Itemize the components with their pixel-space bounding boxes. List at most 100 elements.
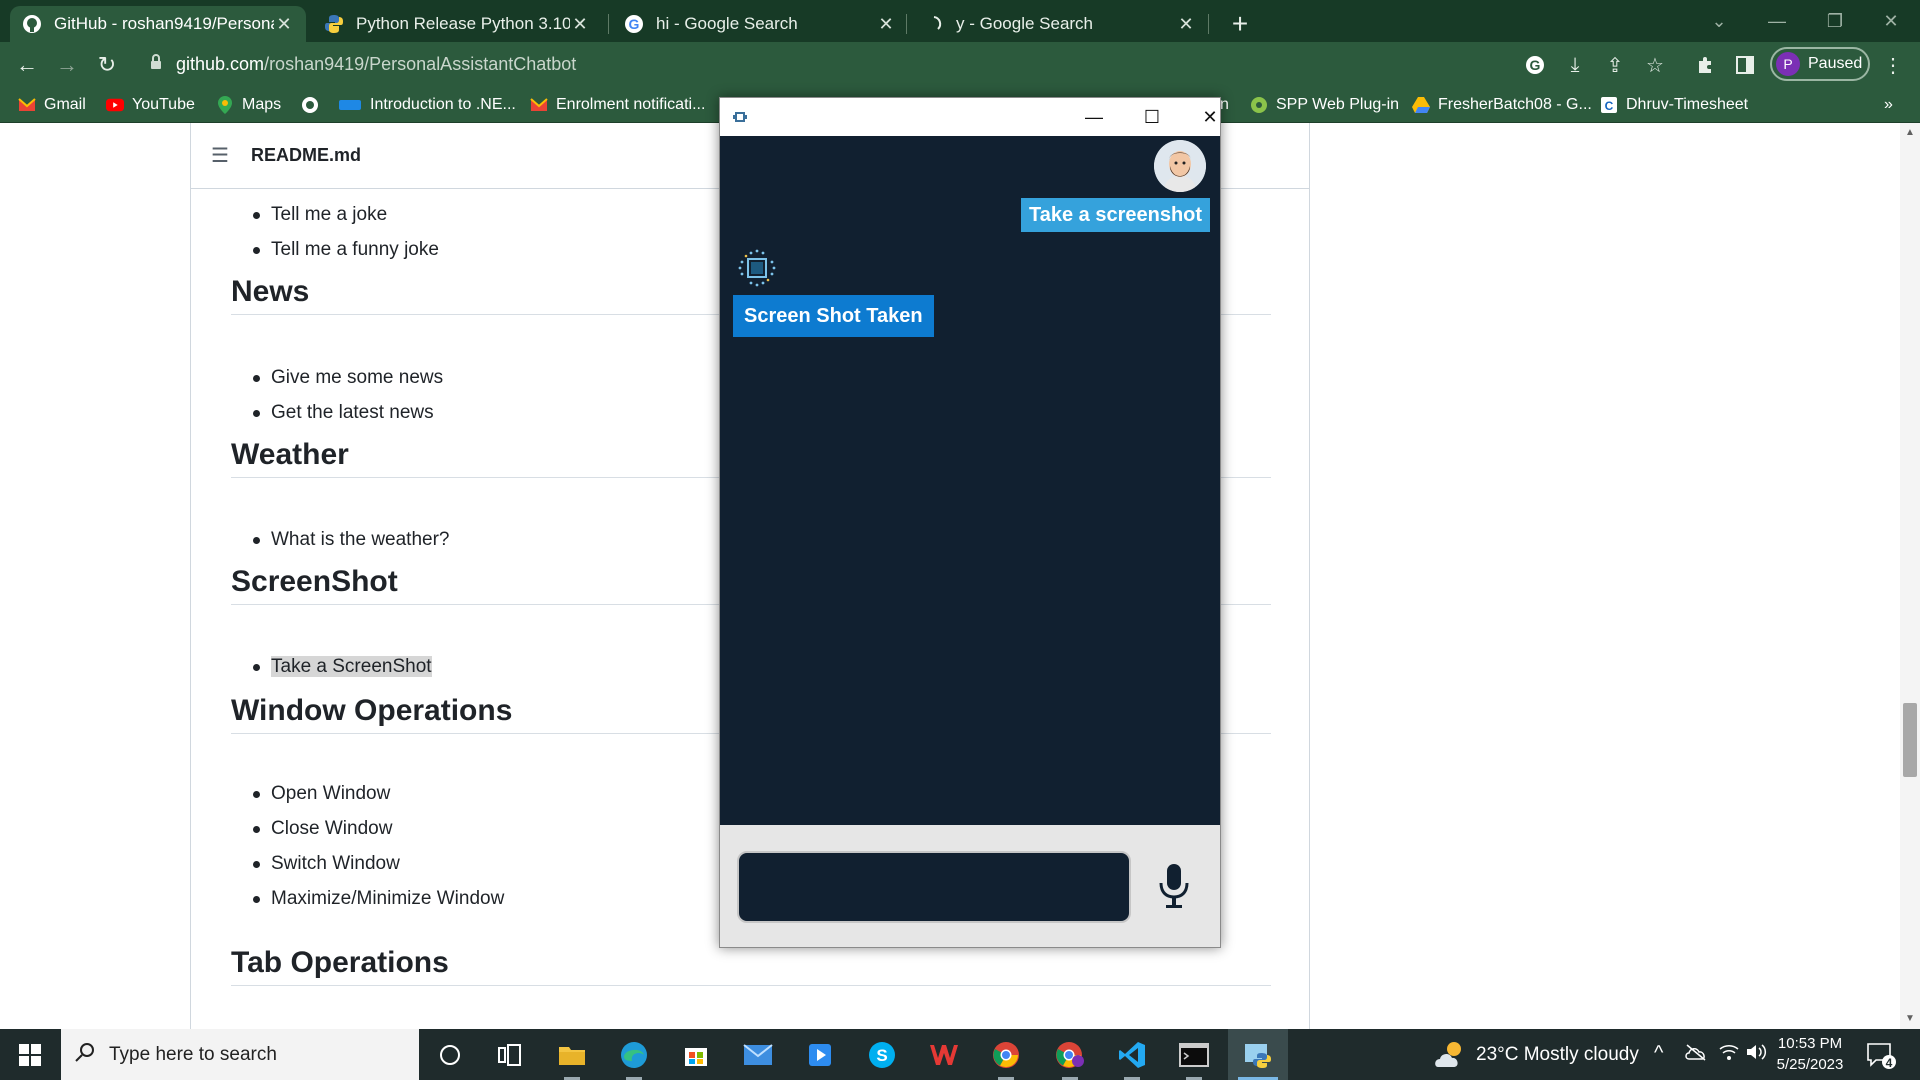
windows-start-icon[interactable] [0, 1029, 60, 1080]
plugin-icon [1250, 96, 1268, 114]
user-message-bubble: Take a screenshot [1021, 198, 1211, 232]
bookmark-star-icon[interactable]: ☆ [1640, 50, 1670, 80]
list-item: Maximize/Minimize Window [231, 881, 504, 916]
url-path: /roshan9419/PersonalAssistantChatbot [264, 54, 577, 74]
profile-status: Paused [1808, 55, 1863, 72]
share-icon[interactable]: ⇪ [1600, 50, 1630, 80]
system-clock[interactable]: 10:53 PM 5/25/2023 [1760, 1033, 1860, 1075]
close-tab-icon[interactable]: ✕ [1176, 14, 1196, 35]
tab-google-y[interactable]: y - Google Search ✕ [912, 6, 1208, 42]
cortana-icon[interactable] [420, 1029, 480, 1080]
wifi-icon[interactable] [1718, 1043, 1740, 1067]
message-input[interactable] [737, 851, 1131, 923]
assistant-window: — ☐ ✕ Take a screenshot Screen Shot Take… [719, 97, 1221, 948]
gmail-icon [530, 96, 548, 114]
drive-icon [1412, 96, 1430, 114]
profile-button[interactable]: P Paused [1770, 47, 1870, 81]
bookmark-youtube[interactable]: YouTube [106, 93, 195, 117]
bookmark-dotnet[interactable]: Introduction to .NE... [338, 93, 516, 117]
globe-icon [301, 96, 319, 114]
minimize-icon[interactable]: — [1072, 102, 1116, 132]
microphone-icon[interactable] [1154, 861, 1194, 911]
chrome-icon[interactable] [976, 1029, 1036, 1080]
tab-separator [608, 14, 609, 34]
address-bar[interactable]: github.com/roshan9419/PersonalAssistantC… [140, 46, 1530, 83]
google-icon: G [624, 14, 644, 34]
bookmark-globe[interactable] [301, 93, 327, 117]
file-explorer-icon[interactable] [542, 1029, 602, 1080]
mail-icon[interactable] [728, 1029, 788, 1080]
python-icon [324, 14, 344, 34]
close-icon[interactable]: ✕ [1188, 102, 1232, 132]
search-icon [75, 1042, 95, 1068]
profile-avatar: P [1776, 52, 1800, 76]
scroll-up-icon[interactable]: ▲ [1904, 127, 1916, 138]
extensions-icon[interactable] [1690, 50, 1720, 80]
skype-icon[interactable]: S [852, 1029, 912, 1080]
tab-github[interactable]: GitHub - roshan9419/PersonalAs ✕ [10, 6, 306, 42]
list-item: Take a ScreenShot [231, 649, 432, 684]
terminal-icon[interactable] [1164, 1029, 1224, 1080]
tab-title: GitHub - roshan9419/PersonalAs [54, 14, 274, 33]
microsoft-store-icon[interactable] [666, 1029, 726, 1080]
chrome-profile-icon[interactable] [1040, 1029, 1100, 1080]
tab-search-icon[interactable]: ⌄ [1690, 0, 1748, 42]
page-scrollbar[interactable]: ▲ ▼ [1900, 123, 1920, 1029]
bookmarks-overflow-icon[interactable]: » [1884, 93, 1893, 117]
scroll-down-icon[interactable]: ▼ [1904, 1013, 1916, 1024]
weather-icon[interactable] [1432, 1039, 1468, 1077]
svg-text:G: G [629, 16, 640, 32]
bookmark-spp[interactable]: SPP Web Plug-in [1250, 93, 1399, 117]
side-panel-icon[interactable] [1730, 50, 1760, 80]
bot-message-bubble: Screen Shot Taken [733, 295, 934, 337]
list-item: Switch Window [231, 846, 504, 881]
python-app-icon[interactable] [1228, 1029, 1288, 1080]
list-window-operations: Open Window Close Window Switch Window M… [231, 776, 504, 916]
notification-count-badge: 4 [1885, 1056, 1893, 1070]
taskbar-search[interactable]: Type here to search [61, 1029, 419, 1080]
install-app-icon[interactable]: ⤓ [1560, 50, 1590, 80]
close-tab-icon[interactable]: ✕ [570, 14, 590, 35]
bookmark-gmail[interactable]: Gmail [18, 93, 86, 117]
maximize-icon[interactable]: ☐ [1130, 102, 1174, 132]
outline-list-icon[interactable]: ☰ [211, 143, 231, 168]
vscode-icon[interactable] [1102, 1029, 1162, 1080]
new-tab-button[interactable]: + [1222, 6, 1258, 42]
tab-title: y - Google Search [956, 14, 1094, 33]
bookmark-maps[interactable]: Maps [216, 93, 281, 117]
media-player-icon[interactable] [790, 1029, 850, 1080]
weather-text[interactable]: 23°C Mostly cloudy [1476, 1044, 1639, 1066]
bookmark-timesheet[interactable]: C Dhruv-Timesheet [1600, 93, 1748, 117]
timesheet-icon: C [1600, 96, 1618, 114]
tab-google-hi[interactable]: G hi - Google Search ✕ [612, 6, 908, 42]
wps-office-icon[interactable] [914, 1029, 974, 1080]
close-tab-icon[interactable]: ✕ [274, 14, 294, 35]
restore-icon[interactable]: ❐ [1806, 0, 1864, 42]
show-hidden-icons-icon[interactable]: ^ [1654, 1042, 1663, 1065]
bookmark-enrolment[interactable]: Enrolment notificati... [530, 93, 705, 117]
clock-time: 10:53 PM [1777, 1035, 1843, 1052]
svg-text:S: S [876, 1046, 887, 1065]
browser-toolbar: ← → ↻ github.com/roshan9419/PersonalAssi… [0, 42, 1920, 87]
back-icon[interactable]: ← [10, 48, 44, 82]
bookmark-fresherbatch[interactable]: FresherBatch08 - G... [1412, 93, 1592, 117]
search-placeholder: Type here to search [109, 1043, 277, 1065]
close-tab-icon[interactable]: ✕ [876, 14, 896, 35]
loading-icon [924, 14, 944, 34]
scrollbar-thumb[interactable] [1903, 703, 1917, 777]
forward-icon[interactable]: → [50, 48, 84, 82]
list-item: Tell me a joke [231, 197, 439, 232]
reload-icon[interactable]: ↻ [90, 48, 124, 82]
list-item: Close Window [231, 811, 504, 846]
tab-python[interactable]: Python Release Python 3.10.11 | ✕ [312, 6, 602, 42]
minimize-icon[interactable]: — [1748, 0, 1806, 42]
close-icon[interactable]: ✕ [1862, 0, 1920, 42]
windows-taskbar: Type here to search S 23°C Mostly cloudy… [0, 1029, 1920, 1080]
edge-icon[interactable] [604, 1029, 664, 1080]
onedrive-icon[interactable] [1684, 1043, 1708, 1067]
google-lens-icon[interactable]: G [1520, 50, 1550, 80]
app-icon [732, 109, 748, 125]
bot-chip-icon [733, 244, 781, 292]
menu-kebab-icon[interactable]: ⋮ [1878, 50, 1908, 80]
task-view-icon[interactable] [480, 1029, 540, 1080]
